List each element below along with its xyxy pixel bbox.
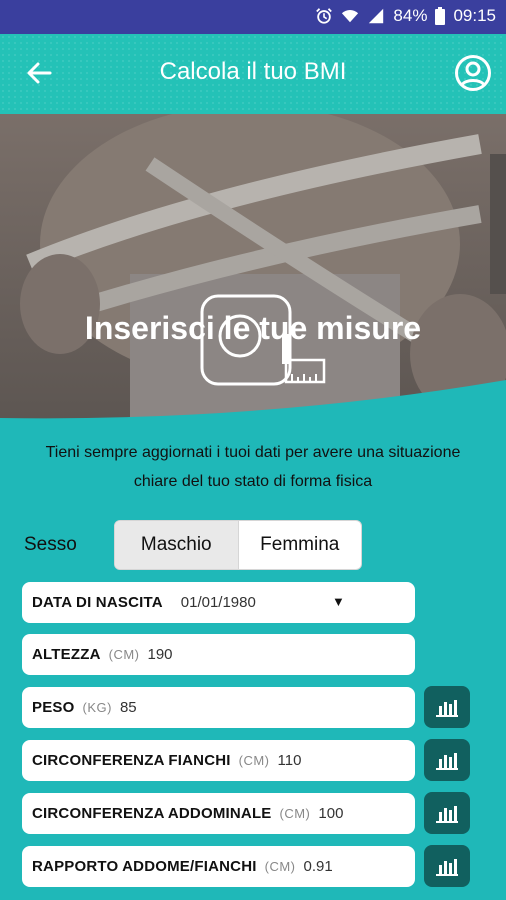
birthdate-label: DATA DI NASCITA [32, 594, 163, 611]
height-label: ALTEZZA [32, 646, 101, 663]
abdomen-chart-button[interactable] [424, 792, 470, 834]
weight-value: 85 [119, 699, 137, 716]
hip-chart-button[interactable] [424, 739, 470, 781]
abdominal-circumference-field[interactable]: CIRCONFERENZA ADDOMINALE (CM) 100 [22, 793, 415, 834]
ratio-label: RAPPORTO ADDOME/FIANCHI [32, 858, 257, 875]
app-bar: Calcola il tuo BMI [0, 34, 506, 114]
status-time: 09:15 [453, 6, 496, 25]
battery-icon [435, 7, 446, 25]
wifi-icon [342, 10, 359, 23]
status-right: 84% 09:15 [315, 6, 496, 26]
birthdate-dropdown[interactable]: DATA DI NASCITA 01/01/1980 ▼ [22, 582, 415, 623]
status-bar: 84% 09:15 [0, 0, 506, 34]
abdomen-label: CIRCONFERENZA ADDOMINALE [32, 805, 272, 822]
abdomen-hip-ratio-field[interactable]: RAPPORTO ADDOME/FIANCHI (CM) 0.91 [22, 846, 415, 887]
birthdate-value: 01/01/1980 [180, 594, 256, 611]
hip-label: CIRCONFERENZA FIANCHI [32, 752, 231, 769]
ratio-chart-button[interactable] [424, 845, 470, 887]
hip-unit: (CM) [238, 753, 270, 768]
sex-option-female[interactable]: Femmina [239, 521, 362, 569]
bar-chart-icon [436, 700, 458, 717]
weight-unit: (KG) [82, 700, 112, 715]
height-value: 190 [147, 646, 173, 663]
intro-line-2: chiare del tuo stato di forma fisica [133, 473, 373, 490]
height-unit: (CM) [108, 647, 140, 662]
weight-label: PESO [32, 699, 75, 716]
abdomen-unit: (CM) [279, 806, 311, 821]
alarm-icon [316, 8, 333, 24]
height-field[interactable]: ALTEZZA (CM) 190 [22, 634, 415, 675]
sex-option-male[interactable]: Maschio [115, 521, 239, 569]
hip-circumference-field[interactable]: CIRCONFERENZA FIANCHI (CM) 110 [22, 740, 415, 781]
weight-field[interactable]: PESO (KG) 85 [22, 687, 415, 728]
bar-chart-icon [436, 753, 458, 770]
triangle-down-icon: ▼ [332, 594, 345, 609]
intro-text: Tieni sempre aggiornati i tuoi dati per … [14, 438, 492, 496]
battery-percent: 84% [393, 6, 428, 25]
weight-chart-button[interactable] [424, 686, 470, 728]
intro-line-1: Tieni sempre aggiornati i tuoi dati per … [45, 444, 461, 461]
hip-value: 110 [277, 752, 302, 769]
sex-segmented-control: Maschio Femmina [114, 520, 362, 570]
page-title: Calcola il tuo BMI [159, 58, 347, 85]
hero-wave [0, 380, 506, 420]
abdomen-value: 100 [318, 805, 344, 822]
bar-chart-icon [436, 859, 458, 876]
signal-icon [369, 8, 384, 24]
sex-label: Sesso [24, 534, 77, 555]
hero-image: Inserisci le tue misure [0, 114, 506, 419]
hero-heading: Inserisci le tue misure [84, 310, 422, 346]
account-circle-icon[interactable] [454, 54, 492, 92]
ratio-unit: (CM) [264, 859, 296, 874]
bar-chart-icon [436, 806, 458, 823]
ratio-value: 0.91 [303, 858, 333, 875]
